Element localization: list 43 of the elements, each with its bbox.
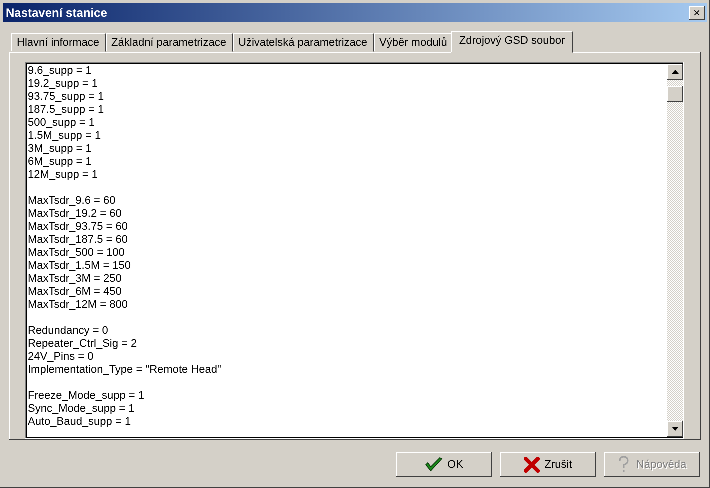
tab[interactable]: Zdrojový GSD soubor bbox=[451, 31, 574, 53]
text-line: MaxTsdr_93.75 = 60 bbox=[28, 221, 129, 234]
text-line: Repeater_Ctrl_Sig = 2 bbox=[28, 338, 138, 351]
question-mark-icon bbox=[617, 456, 632, 474]
tab[interactable]: Základní parametrizace bbox=[106, 33, 232, 52]
text-line: MaxTsdr_9.6 = 60 bbox=[28, 195, 117, 208]
text-line: 1.5M_supp = 1 bbox=[28, 130, 102, 143]
window-title: Nastavení stanice bbox=[6, 6, 108, 20]
ok-button[interactable]: OK bbox=[396, 452, 492, 477]
text-line: MaxTsdr_19.2 = 60 bbox=[28, 208, 123, 221]
checkmark-icon bbox=[424, 456, 443, 472]
text-line: MaxTsdr_12M = 800 bbox=[28, 299, 129, 312]
scrollbar[interactable] bbox=[667, 63, 683, 438]
text-line: 500_supp = 1 bbox=[28, 117, 96, 130]
text-line: 9.6_supp = 1 bbox=[28, 65, 93, 78]
up-arrow-icon bbox=[672, 70, 678, 74]
text-line: MaxTsdr_500 = 100 bbox=[28, 247, 126, 260]
scroll-up-button[interactable] bbox=[667, 64, 683, 80]
text-line: Auto_Baud_supp = 1 bbox=[28, 416, 132, 429]
text-line: 187.5_supp = 1 bbox=[28, 104, 106, 117]
tab[interactable]: Hlavní informace bbox=[11, 33, 106, 52]
text-line: 12M_supp = 1 bbox=[28, 169, 100, 182]
text-line: MaxTsdr_3M = 250 bbox=[28, 273, 123, 286]
text-line: MaxTsdr_6M = 450 bbox=[28, 286, 123, 299]
text-line: 6M_supp = 1 bbox=[28, 156, 93, 169]
down-arrow-icon bbox=[672, 427, 678, 431]
text-line: Redundancy = 0 bbox=[28, 325, 110, 338]
close-button[interactable]: × bbox=[689, 6, 705, 20]
text-line: 19.2_supp = 1 bbox=[28, 78, 100, 91]
cancel-button[interactable]: Zrušit bbox=[500, 452, 596, 477]
scroll-down-button[interactable] bbox=[667, 421, 683, 437]
text-line: 3M_supp = 1 bbox=[28, 143, 93, 156]
tab[interactable]: Uživatelská parametrizace bbox=[232, 33, 374, 52]
cross-icon bbox=[524, 456, 540, 472]
text-line: 24V_Pins = 0 bbox=[28, 351, 95, 364]
tab[interactable]: Výběr modulů bbox=[374, 33, 454, 52]
text-line: MaxTsdr_1.5M = 150 bbox=[28, 260, 132, 273]
text-line: 93.75_supp = 1 bbox=[28, 91, 106, 104]
text-line: Freeze_Mode_supp = 1 bbox=[28, 390, 146, 403]
text-line: Implementation_Type = "Remote Head" bbox=[28, 364, 222, 377]
scroll-thumb[interactable] bbox=[667, 86, 683, 102]
text-line: MaxTsdr_187.5 = 60 bbox=[28, 234, 129, 247]
text-line: Sync_Mode_supp = 1 bbox=[28, 403, 136, 416]
